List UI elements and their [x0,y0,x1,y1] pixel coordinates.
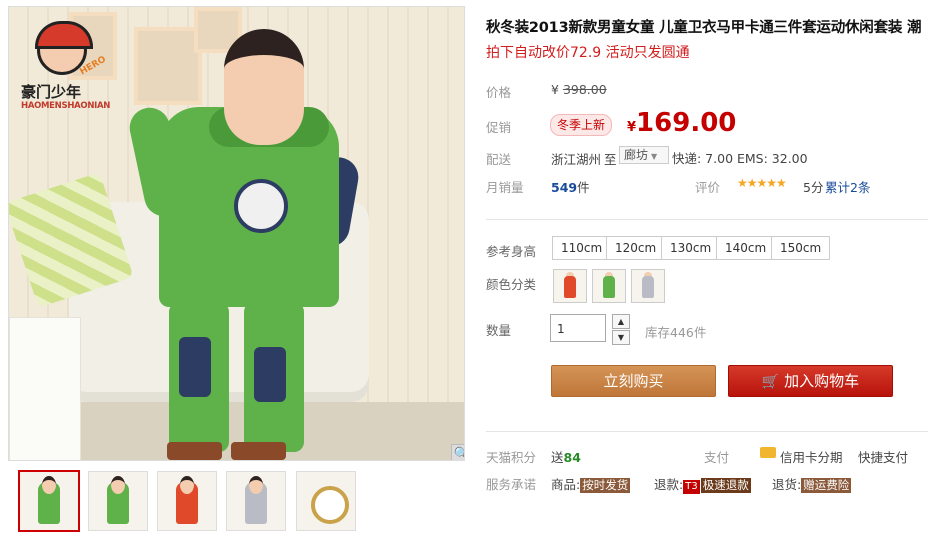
points-label: 天猫积分 [486,450,537,465]
color-option-grey[interactable] [631,269,665,303]
size-label: 参考身高 [486,244,537,259]
main-product-image[interactable]: HERO 豪门少年 HAOMENSHAONIAN 🔍 [8,6,465,461]
credit-card-icon [760,447,776,458]
rating-stars: ★★★★★ [737,176,787,190]
size-option[interactable]: 140cm [716,236,776,260]
thumbnail-1[interactable] [18,470,80,532]
quantity-increase-button[interactable]: ▲ [612,314,630,329]
shipping-to: 至 [604,152,617,167]
side-table [9,317,81,460]
quick-pay: 快捷支付 [858,450,909,465]
shopping-cart-icon: 🛒 [761,374,780,390]
goods-promise: 商品: 按时发货 [551,477,631,493]
original-price: ¥ 398.00 [551,82,607,97]
credit-installment: 信用卡分期 [780,450,843,465]
brand-logo: HERO 豪门少年 HAOMENSHAONIAN [21,21,111,111]
promo-badge: 冬季上新 [550,114,613,136]
rating-score: 5分 [803,180,824,195]
thumbnail-2[interactable] [88,471,148,531]
product-subtitle: 拍下自动改价72.9 活动只发圆通 [486,45,690,61]
shipping-origin: 浙江湖州 [551,152,602,167]
payment-label: 支付 [704,450,730,465]
chevron-down-icon: ▼ [651,152,658,161]
size-option[interactable]: 130cm [661,236,721,260]
magnifier-icon[interactable]: 🔍 [451,444,464,460]
price-label: 价格 [486,85,512,100]
review-count-link[interactable]: 累计2条 [825,177,870,196]
divider [486,431,928,432]
service-promise-label: 服务承诺 [486,477,537,492]
thumbnail-3[interactable] [157,471,217,531]
points-value: 送84 [551,450,581,465]
product-title: 秋冬装2013新款男童女童 儿童卫衣马甲卡通三件套运动休闲套装 潮 [486,20,922,36]
destination-select[interactable]: 廊坊 ▼ [619,146,669,164]
quantity-decrease-button[interactable]: ▼ [612,330,630,345]
return-promise: 退货: 赠运费险 [772,477,852,493]
color-option-orange[interactable] [553,269,587,303]
quantity-label: 数量 [486,323,512,338]
stock-count: 库存446件 [645,325,707,340]
size-option[interactable]: 110cm [552,236,612,260]
color-label: 颜色分类 [486,277,537,292]
thumbnail-5[interactable] [296,471,356,531]
shipping-fees: 快递: 7.00 EMS: 32.00 [672,151,808,166]
monthly-sales-label: 月销量 [486,180,524,195]
shipping-label: 配送 [486,152,512,167]
divider [486,219,928,220]
rating-label: 评价 [695,180,721,195]
thumbnail-4[interactable] [226,471,286,531]
current-price: ¥169.00 [627,108,737,138]
jacket-emblem [234,179,288,233]
wall-frame [134,27,202,105]
buy-now-button[interactable]: 立刻购买 [551,365,716,397]
size-option[interactable]: 120cm [606,236,666,260]
monthly-sales: 549件 [551,180,590,195]
quantity-input[interactable]: 1 [550,314,606,342]
add-to-cart-button[interactable]: 🛒 加入购物车 [728,365,893,397]
refund-promise: 退款: T3 极速退款 [654,477,751,494]
color-option-green[interactable] [592,269,626,303]
promo-label: 促销 [486,120,512,135]
size-option[interactable]: 150cm [771,236,831,260]
